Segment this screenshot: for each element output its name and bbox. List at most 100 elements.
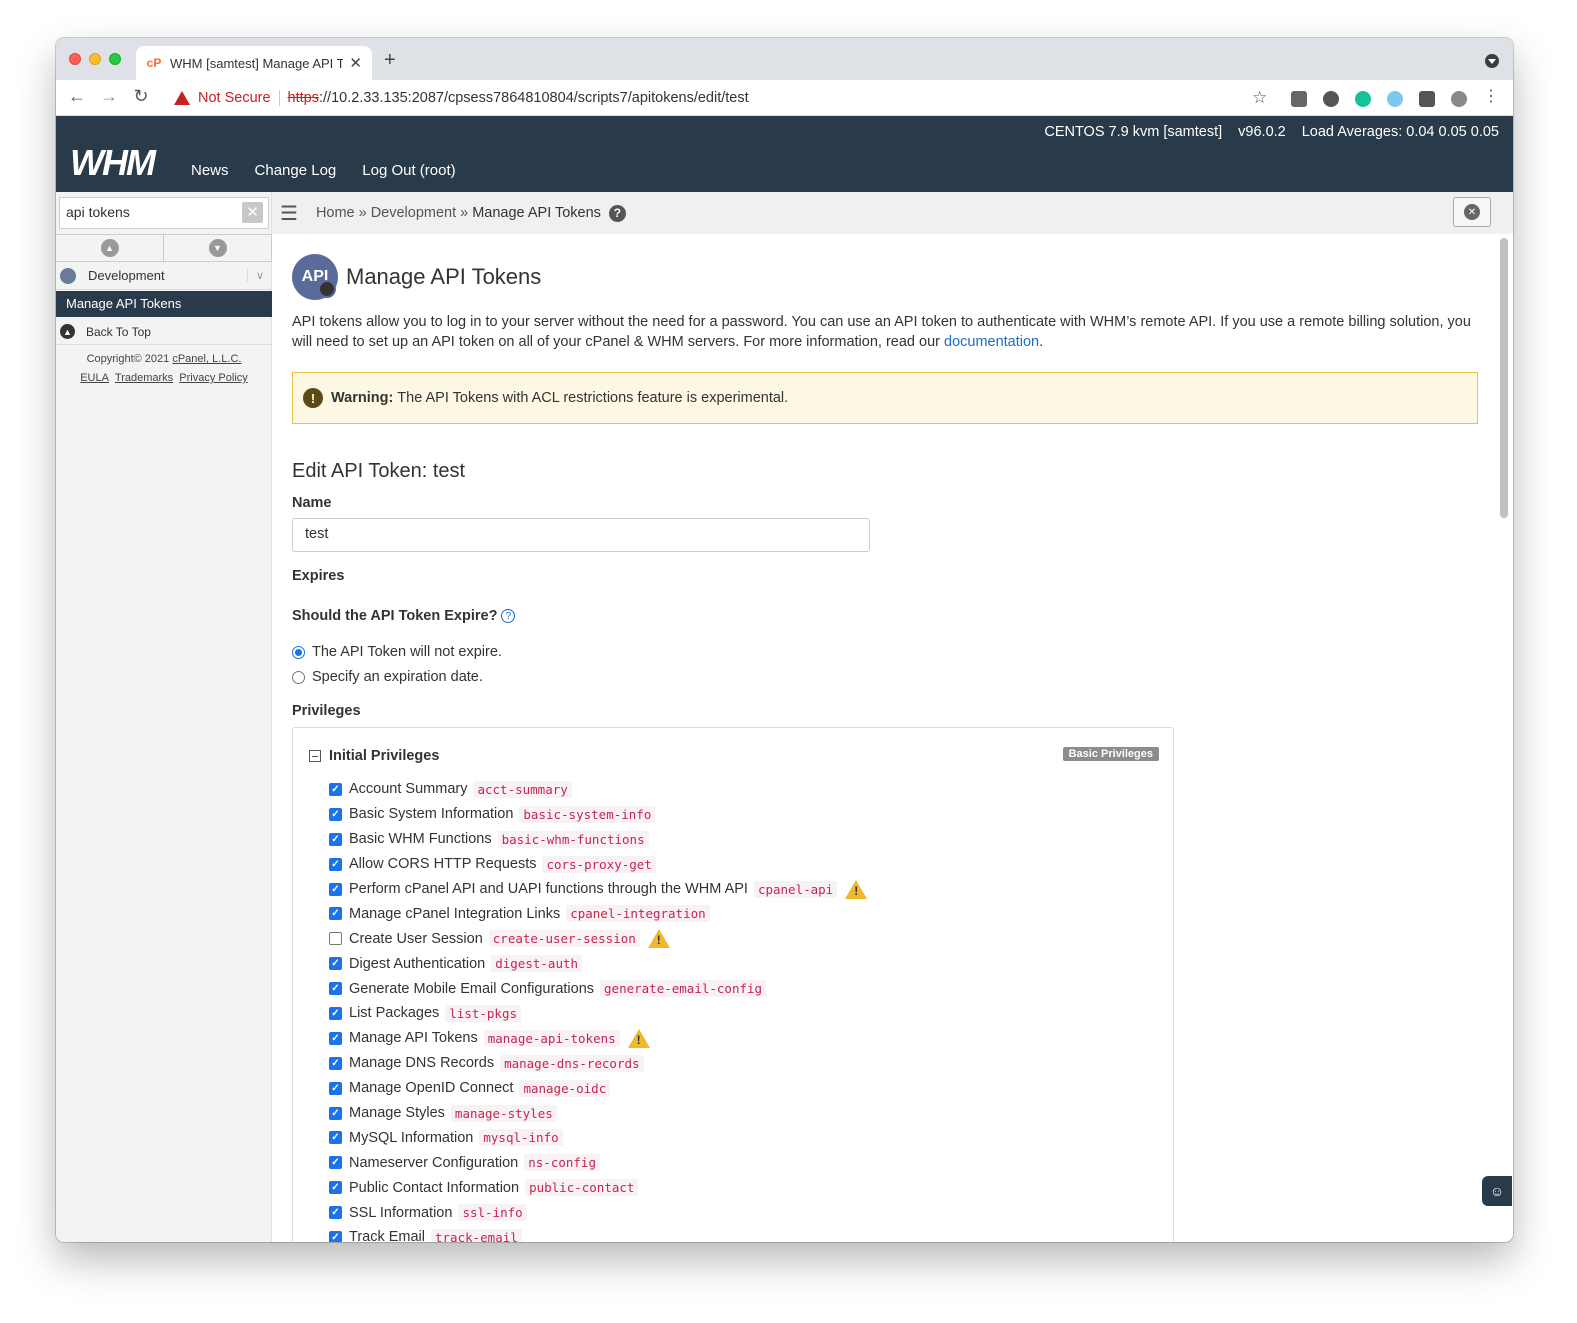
radio-no-expire[interactable]: The API Token will not expire. xyxy=(292,644,502,660)
eula-link[interactable]: EULA xyxy=(80,372,109,384)
browser-tab[interactable]: cP WHM [samtest] Manage API To ✕ xyxy=(136,46,372,80)
chevron-down-icon: ▼ xyxy=(208,239,227,257)
checkbox-checked[interactable]: ✓ xyxy=(329,957,342,971)
close-window-button[interactable] xyxy=(69,53,81,65)
checkbox-checked[interactable]: ✓ xyxy=(329,1106,342,1120)
list-item[interactable]: ✓ Track Email track-email xyxy=(329,1225,867,1242)
tab-search-icon[interactable] xyxy=(1485,54,1499,68)
sidebar-search-input[interactable]: api tokens xyxy=(59,197,269,229)
sidebar-footer: Copyright© 2021 cPanel, L.L.C. EULA Trad… xyxy=(56,350,272,388)
url-path: ://10.2.33.135:2087/cpsess7864810804/scr… xyxy=(318,90,749,106)
nav-logout[interactable]: Log Out (root) xyxy=(362,162,455,179)
list-item[interactable]: ✓ Nameserver Configuration ns-config xyxy=(329,1150,867,1175)
checkbox-checked[interactable]: ✓ xyxy=(329,1056,342,1070)
list-item[interactable]: ✓ Manage Styles manage-styles xyxy=(329,1101,867,1126)
checkbox-checked[interactable]: ✓ xyxy=(329,1230,342,1242)
list-item[interactable]: ✓ MySQL Information mysql-info xyxy=(329,1125,867,1150)
nav-change-log[interactable]: Change Log xyxy=(255,162,337,179)
list-item[interactable]: ✓ Perform cPanel API and UAPI functions t… xyxy=(329,877,868,902)
menu-toggle-icon[interactable]: ☰ xyxy=(280,201,298,226)
search-extension-icon[interactable] xyxy=(1387,91,1403,107)
list-item[interactable]: ✓ List Packages list-pkgs xyxy=(329,1001,867,1026)
intro-paragraph: API tokens allow you to log in to your s… xyxy=(292,314,1471,350)
token-name-input[interactable]: test xyxy=(292,518,870,552)
checkbox[interactable] xyxy=(329,932,342,946)
privilege-code: manage-dns-records xyxy=(500,1054,644,1072)
new-tab-button[interactable]: + xyxy=(384,49,396,72)
nav-news[interactable]: News xyxy=(191,162,229,179)
sidebar-category-development[interactable]: Development ∨ xyxy=(56,262,272,290)
warning-triangle-icon[interactable] xyxy=(845,879,868,899)
tab-strip: cP WHM [samtest] Manage API To ✕ + xyxy=(56,38,1513,80)
back-to-top-link[interactable]: ▲ Back To Top xyxy=(56,319,272,345)
breadcrumb-development[interactable]: Development xyxy=(371,205,456,221)
page-title: Manage API Tokens xyxy=(346,264,542,289)
list-item[interactable]: Create User Session create-user-session xyxy=(329,926,867,951)
privilege-label: Nameserver Configuration xyxy=(349,1154,519,1171)
radio-specify-date[interactable]: Specify an expiration date. xyxy=(292,669,483,685)
radio-button-selected[interactable] xyxy=(292,645,305,659)
radio-button[interactable] xyxy=(292,670,305,684)
profile-avatar-icon[interactable] xyxy=(1451,91,1467,107)
address-bar[interactable]: Not Secure https://10.2.33.135:2087/cpse… xyxy=(164,83,1278,113)
kebab-menu-icon[interactable]: ⋮ xyxy=(1480,86,1502,106)
forward-arrow-icon[interactable]: → xyxy=(98,86,120,107)
checkbox-checked[interactable]: ✓ xyxy=(329,907,342,921)
expand-up-button[interactable]: ▲ xyxy=(56,235,164,261)
privilege-label: Manage Styles xyxy=(349,1105,445,1122)
list-item[interactable]: ✓ Basic WHM Functions basic-whm-functions xyxy=(329,827,867,852)
checkbox-checked[interactable]: ✓ xyxy=(329,1031,342,1045)
initial-privileges-toggle[interactable]: Initial Privileges xyxy=(309,748,439,764)
checkbox-checked[interactable]: ✓ xyxy=(329,807,342,821)
checkbox-checked[interactable]: ✓ xyxy=(329,1006,342,1020)
list-item[interactable]: ✓ Account Summary acct-summary xyxy=(329,777,867,802)
checkbox-checked[interactable]: ✓ xyxy=(329,1181,342,1195)
link-extension-icon[interactable] xyxy=(1323,91,1339,107)
sidebar-item-manage-api-tokens[interactable]: Manage API Tokens xyxy=(56,291,272,317)
checkbox-checked[interactable]: ✓ xyxy=(329,1156,342,1170)
list-item[interactable]: ✓ Allow CORS HTTP Requests cors-proxy-get xyxy=(329,852,867,877)
list-item[interactable]: ✓ Generate Mobile Email Configurations gen… xyxy=(329,976,867,1001)
page-scrollbar[interactable] xyxy=(1500,238,1508,518)
help-icon[interactable]: ? xyxy=(608,204,626,222)
checkbox-checked[interactable]: ✓ xyxy=(329,782,342,796)
reload-icon[interactable]: ↻ xyxy=(130,86,152,107)
checkbox-checked[interactable]: ✓ xyxy=(329,1131,342,1145)
checkbox-checked[interactable]: ✓ xyxy=(329,1081,342,1095)
close-page-button[interactable]: ✕ xyxy=(1453,197,1491,227)
list-item[interactable]: ✓ Basic System Information basic-system-in… xyxy=(329,802,867,827)
checkbox-checked[interactable]: ✓ xyxy=(329,857,342,871)
chat-support-icon[interactable]: ☺ xyxy=(1482,1176,1512,1206)
expand-down-button[interactable]: ▼ xyxy=(164,235,272,261)
list-item[interactable]: ✓ Manage DNS Records manage-dns-records xyxy=(329,1051,867,1076)
checkbox-checked[interactable]: ✓ xyxy=(329,1206,342,1220)
trademarks-link[interactable]: Trademarks xyxy=(115,372,173,384)
bookmark-star-icon[interactable]: ☆ xyxy=(1252,88,1267,108)
question-help-icon[interactable]: ? xyxy=(501,609,516,624)
grammarly-extension-icon[interactable] xyxy=(1355,91,1371,107)
whm-logo[interactable]: WHM xyxy=(70,142,156,184)
warning-triangle-icon[interactable] xyxy=(627,1028,650,1048)
list-item[interactable]: ✓ Digest Authentication digest-auth xyxy=(329,951,867,976)
checkbox-checked[interactable]: ✓ xyxy=(329,882,342,896)
clear-search-icon[interactable]: ✕ xyxy=(242,202,263,223)
main-content: API Manage API Tokens API tokens allow y… xyxy=(292,234,1492,1242)
back-arrow-icon[interactable]: ← xyxy=(66,86,88,107)
breadcrumb-home[interactable]: Home xyxy=(316,205,355,221)
list-item[interactable]: ✓ Manage API Tokens manage-api-tokens xyxy=(329,1026,867,1051)
warning-triangle-icon[interactable] xyxy=(647,929,670,949)
privacy-policy-link[interactable]: Privacy Policy xyxy=(179,372,247,384)
list-item[interactable]: ✓ Manage cPanel Integration Links cpanel-i… xyxy=(329,901,867,926)
minimize-window-button[interactable] xyxy=(89,53,101,65)
shield-extension-icon[interactable] xyxy=(1291,91,1307,107)
checkbox-checked[interactable]: ✓ xyxy=(329,832,342,846)
list-item[interactable]: ✓ SSL Information ssl-info xyxy=(329,1200,867,1225)
maximize-window-button[interactable] xyxy=(109,53,121,65)
list-item[interactable]: ✓ Manage OpenID Connect manage-oidc xyxy=(329,1076,867,1101)
checkbox-checked[interactable]: ✓ xyxy=(329,982,342,996)
puzzle-extensions-icon[interactable] xyxy=(1419,91,1435,107)
documentation-link[interactable]: documentation xyxy=(944,334,1039,350)
tab-close-icon[interactable]: ✕ xyxy=(349,54,362,72)
list-item[interactable]: ✓ Public Contact Information public-contac… xyxy=(329,1175,867,1200)
company-link[interactable]: cPanel, L.L.C. xyxy=(172,353,241,365)
